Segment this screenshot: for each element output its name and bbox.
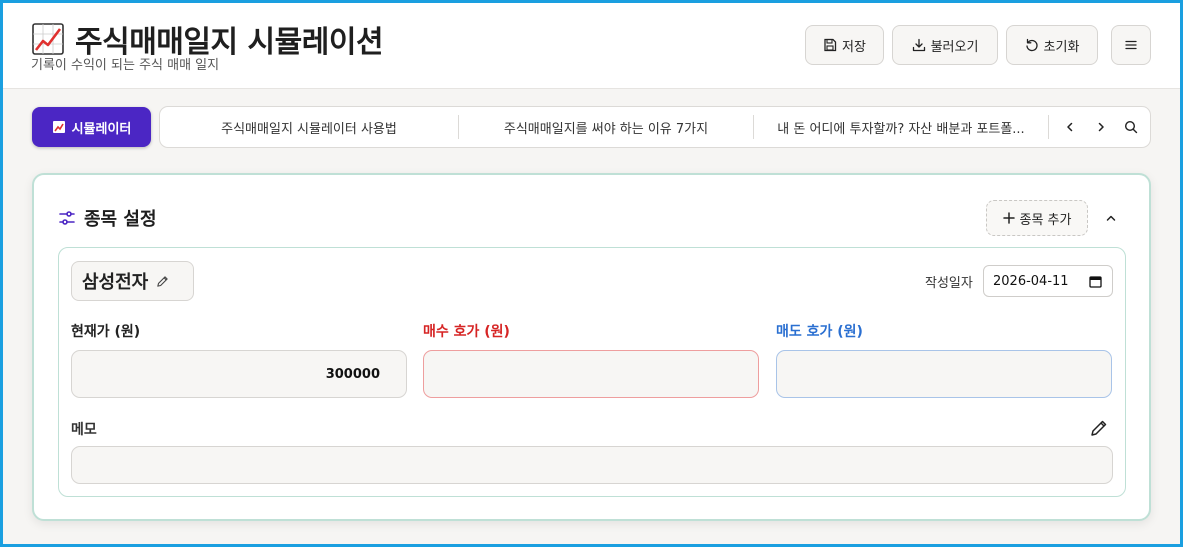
load-button[interactable]: 불러오기 [892,25,998,65]
sell-price-label: 매도 호가 (원) [776,324,863,340]
add-stock-label: 종목 추가 [1019,212,1072,228]
chart-increasing-icon [32,23,64,55]
stock-settings-panel: 종목 설정 종목 추가 삼성전자 작성일자 2026-04-11 현재가 (원)… [32,173,1151,521]
pencil-icon[interactable] [156,275,169,288]
pencil-icon[interactable] [1089,418,1109,438]
current-price-value: 300000 [325,367,380,382]
current-price-label: 현재가 (원) [71,324,141,340]
load-label: 불러오기 [930,39,979,55]
collapse-button[interactable] [1101,208,1121,228]
save-label: 저장 [842,39,866,55]
reset-label: 초기화 [1043,39,1080,55]
panel-header: 종목 설정 [58,205,157,231]
sell-price-input[interactable] [776,350,1112,398]
calendar-icon[interactable] [1089,275,1102,288]
page-subtitle: 기록이 수익이 되는 주식 매매 일지 [31,58,220,73]
article-nav-strip: 주식매매일지 시뮬레이터 사용법 주식매매일지를 써야 하는 이유 7가지 내 … [159,106,1151,148]
app-window: 주식매매일지 시뮬레이션 기록이 수익이 되는 주식 매매 일지 저장 불러오기… [3,3,1180,544]
chart-increasing-icon [52,121,65,133]
memo-label: 메모 [71,422,97,438]
chevron-right-icon [1098,122,1104,132]
date-label: 작성일자 [925,276,973,291]
nav-prev-button[interactable] [1060,117,1080,137]
current-price-input[interactable]: 300000 [71,350,407,398]
date-value: 2026-04-11 [993,273,1069,289]
reset-button[interactable]: 초기화 [1006,25,1098,65]
nav-link-reasons[interactable]: 주식매매일지를 써야 하는 이유 7가지 [459,107,753,147]
download-icon [912,38,925,52]
stock-card: 삼성전자 작성일자 2026-04-11 현재가 (원) 매수 호가 (원) 매… [58,247,1126,497]
stock-name: 삼성전자 [82,272,149,293]
simulator-tab-label: 시뮬레이터 [71,121,132,137]
nav-link-asset-allocation[interactable]: 내 돈 어디에 투자할까? 자산 배분과 포트폴... [754,107,1048,147]
add-stock-button[interactable]: 종목 추가 [986,200,1088,236]
nav-link-usage[interactable]: 주식매매일지 시뮬레이터 사용법 [160,107,458,147]
buy-price-input[interactable] [423,350,759,398]
hamburger-menu-icon [1125,40,1137,50]
header: 주식매매일지 시뮬레이션 기록이 수익이 되는 주식 매매 일지 저장 불러오기… [3,3,1180,89]
rotate-left-icon [1025,38,1038,52]
memo-input[interactable] [71,446,1113,484]
chevron-up-icon [1106,215,1116,221]
nav-next-button[interactable] [1091,117,1111,137]
menu-button[interactable] [1111,25,1151,65]
buy-price-label: 매수 호가 (원) [423,324,510,340]
panel-title: 종목 설정 [84,209,157,230]
nav-divider [1048,115,1049,139]
plus-icon [1002,212,1015,224]
date-input[interactable]: 2026-04-11 [983,265,1113,297]
save-button[interactable]: 저장 [805,25,884,65]
search-icon [1124,120,1138,134]
sliders-icon [59,211,75,225]
floppy-disk-icon [824,38,837,52]
stock-name-field[interactable]: 삼성전자 [71,261,194,301]
nav-search-button[interactable] [1121,117,1141,137]
chevron-left-icon [1067,122,1073,132]
simulator-tab-button[interactable]: 시뮬레이터 [32,107,151,147]
